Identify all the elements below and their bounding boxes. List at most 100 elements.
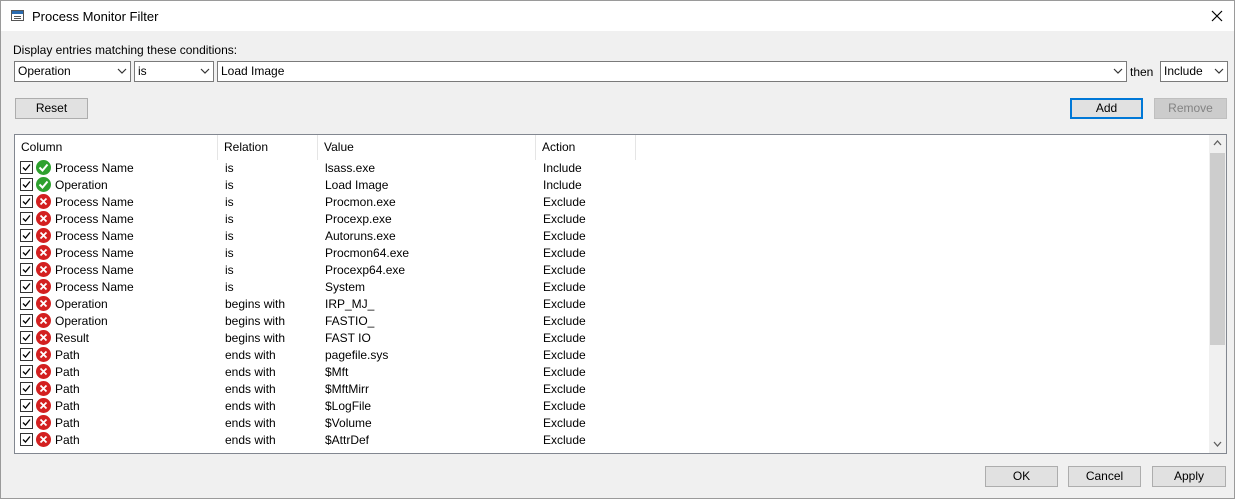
table-row[interactable]: Process Name is lsass.exe Include <box>15 160 1209 177</box>
relation-dropdown[interactable]: is <box>134 61 214 82</box>
enabled-checkbox[interactable] <box>20 161 33 174</box>
remove-button[interactable]: Remove <box>1154 98 1227 119</box>
table-row[interactable]: Operation begins with IRP_MJ_ Exclude <box>15 296 1209 313</box>
reset-button[interactable]: Reset <box>15 98 88 119</box>
row-action: Exclude <box>543 229 586 243</box>
enabled-checkbox[interactable] <box>20 178 33 191</box>
enabled-checkbox[interactable] <box>20 399 33 412</box>
table-row[interactable]: Operation is Load Image Include <box>15 177 1209 194</box>
enabled-checkbox[interactable] <box>20 297 33 310</box>
row-relation: is <box>225 229 234 243</box>
vertical-scrollbar[interactable] <box>1209 135 1226 453</box>
then-label: then <box>1130 65 1154 79</box>
table-row[interactable]: Path ends with pagefile.sys Exclude <box>15 347 1209 364</box>
filter-list[interactable]: Column Relation Value Action Process Nam… <box>14 134 1227 454</box>
row-column: Path <box>55 348 80 362</box>
header-relation[interactable]: Relation <box>218 135 318 160</box>
column-dropdown[interactable]: Operation <box>14 61 131 82</box>
action-dropdown[interactable]: Include <box>1160 61 1228 82</box>
relation-dropdown-value: is <box>138 64 147 78</box>
include-check-icon <box>36 160 51 175</box>
row-action: Include <box>543 178 582 192</box>
exclude-x-icon <box>36 330 51 345</box>
exclude-x-icon <box>36 415 51 430</box>
row-action: Exclude <box>543 416 586 430</box>
table-row[interactable]: Path ends with $Volume Exclude <box>15 415 1209 432</box>
exclude-x-icon <box>36 381 51 396</box>
row-relation: ends with <box>225 399 276 413</box>
enabled-checkbox[interactable] <box>20 365 33 378</box>
table-row[interactable]: Result begins with FAST IO Exclude <box>15 330 1209 347</box>
value-combobox[interactable]: Load Image <box>217 61 1127 82</box>
table-row[interactable]: Path ends with $AttrDef Exclude <box>15 432 1209 449</box>
enabled-checkbox[interactable] <box>20 212 33 225</box>
row-column: Process Name <box>55 161 134 175</box>
row-relation: is <box>225 280 234 294</box>
filter-dialog: Process Monitor Filter Display entries m… <box>0 0 1235 499</box>
row-column: Process Name <box>55 212 134 226</box>
exclude-x-icon <box>36 279 51 294</box>
exclude-x-icon <box>36 398 51 413</box>
enabled-checkbox[interactable] <box>20 331 33 344</box>
enabled-checkbox[interactable] <box>20 195 33 208</box>
close-icon[interactable] <box>1200 1 1234 31</box>
enabled-checkbox[interactable] <box>20 433 33 446</box>
enabled-checkbox[interactable] <box>20 229 33 242</box>
exclude-x-icon <box>36 347 51 362</box>
exclude-x-icon <box>36 245 51 260</box>
row-action: Exclude <box>543 382 586 396</box>
row-value: FASTIO_ <box>325 314 375 328</box>
row-value: pagefile.sys <box>325 348 389 362</box>
table-row[interactable]: Process Name is Procmon.exe Exclude <box>15 194 1209 211</box>
row-action: Exclude <box>543 280 586 294</box>
exclude-x-icon <box>36 364 51 379</box>
enabled-checkbox[interactable] <box>20 416 33 429</box>
table-row[interactable]: Process Name is Autoruns.exe Exclude <box>15 228 1209 245</box>
add-button[interactable]: Add <box>1070 98 1143 119</box>
scroll-up-icon[interactable] <box>1209 135 1226 152</box>
scroll-down-icon[interactable] <box>1209 436 1226 453</box>
row-column: Path <box>55 382 80 396</box>
row-relation: is <box>225 161 234 175</box>
enabled-checkbox[interactable] <box>20 348 33 361</box>
table-row[interactable]: Path ends with $Mft Exclude <box>15 364 1209 381</box>
exclude-x-icon <box>36 296 51 311</box>
row-value: System <box>325 280 366 294</box>
enabled-checkbox[interactable] <box>20 280 33 293</box>
row-value: $LogFile <box>325 399 372 413</box>
row-column: Path <box>55 433 80 447</box>
row-column: Operation <box>55 178 108 192</box>
chevron-down-icon <box>117 68 127 74</box>
row-value: Procexp.exe <box>325 212 392 226</box>
enabled-checkbox[interactable] <box>20 263 33 276</box>
header-column[interactable]: Column <box>15 135 218 160</box>
row-relation: ends with <box>225 433 276 447</box>
header-value[interactable]: Value <box>318 135 536 160</box>
header-action[interactable]: Action <box>536 135 636 160</box>
row-relation: begins with <box>225 297 286 311</box>
table-row[interactable]: Path ends with $LogFile Exclude <box>15 398 1209 415</box>
exclude-x-icon <box>36 228 51 243</box>
row-action: Exclude <box>543 331 586 345</box>
ok-button[interactable]: OK <box>985 466 1058 487</box>
scrollbar-thumb[interactable] <box>1210 153 1225 345</box>
enabled-checkbox[interactable] <box>20 382 33 395</box>
table-row[interactable]: Process Name is System Exclude <box>15 279 1209 296</box>
row-relation: is <box>225 263 234 277</box>
enabled-checkbox[interactable] <box>20 314 33 327</box>
row-column: Result <box>55 331 90 345</box>
row-column: Process Name <box>55 263 134 277</box>
table-row[interactable]: Process Name is Procexp64.exe Exclude <box>15 262 1209 279</box>
table-row[interactable]: Path ends with $MftMirr Exclude <box>15 381 1209 398</box>
row-action: Exclude <box>543 263 586 277</box>
enabled-checkbox[interactable] <box>20 246 33 259</box>
exclude-x-icon <box>36 194 51 209</box>
table-row[interactable]: Operation begins with FASTIO_ Exclude <box>15 313 1209 330</box>
table-row[interactable]: Process Name is Procexp.exe Exclude <box>15 211 1209 228</box>
apply-button[interactable]: Apply <box>1152 466 1226 487</box>
cancel-button[interactable]: Cancel <box>1068 466 1141 487</box>
title-bar: Process Monitor Filter <box>1 1 1234 31</box>
table-row[interactable]: Process Name is Procmon64.exe Exclude <box>15 245 1209 262</box>
chevron-down-icon <box>200 68 210 74</box>
exclude-x-icon <box>36 262 51 277</box>
